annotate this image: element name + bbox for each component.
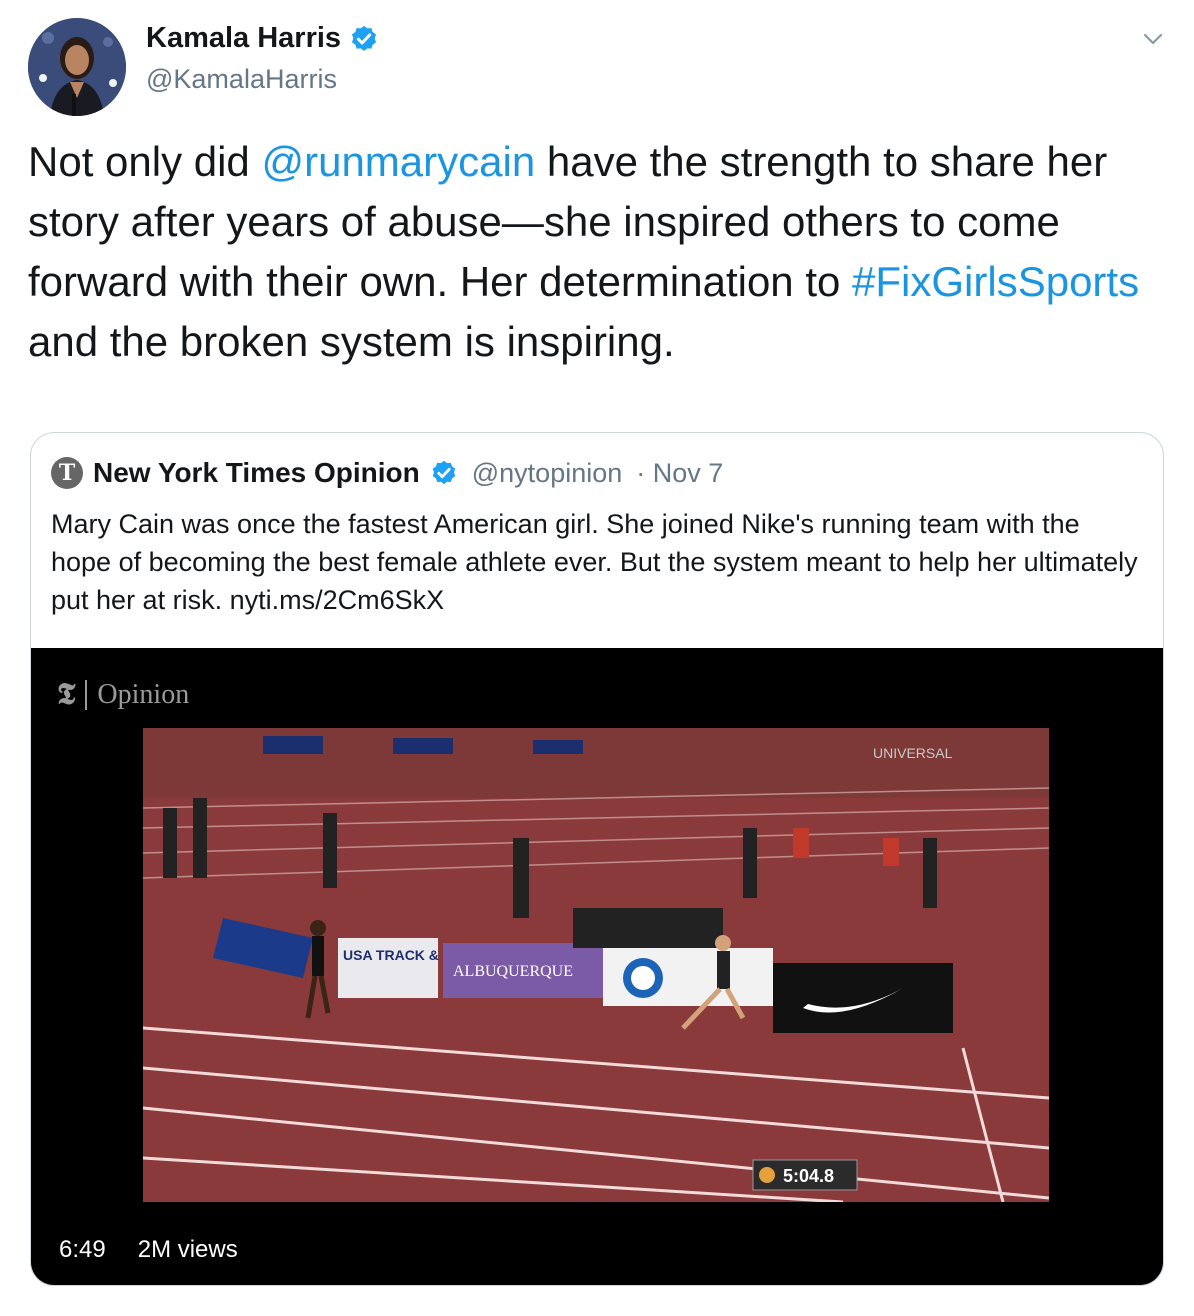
author-handle[interactable]: @KamalaHarris xyxy=(146,64,337,95)
nyt-t-icon: 𝕿 xyxy=(57,678,76,711)
quoted-tweet-text: Mary Cain was once the fastest American … xyxy=(51,509,1138,615)
verified-badge-icon xyxy=(432,460,455,485)
quoted-tweet-header: T New York Times Opinion @nytopinion · N… xyxy=(51,457,723,489)
universal-banner-text: UNIVERSAL xyxy=(873,745,953,761)
hashtag-link[interactable]: #FixGirlsSports xyxy=(852,258,1139,305)
watermark-divider xyxy=(85,680,88,710)
quoted-date[interactable]: · Nov 7 xyxy=(636,458,723,489)
author-name[interactable]: Kamala Harris xyxy=(146,22,341,55)
mention-link[interactable]: @runmarycain xyxy=(261,138,535,185)
video-views: 2M views xyxy=(125,1231,250,1269)
watermark-label: Opinion xyxy=(97,679,190,710)
track-scene-image: UNIVERSAL USA TRACK & FIELD SERIES ALBUQ… xyxy=(143,728,1049,1202)
video-duration: 6:49 xyxy=(47,1231,118,1269)
quoted-tweet[interactable]: T New York Times Opinion @nytopinion · N… xyxy=(30,432,1164,1286)
tweet-text-part: Not only did xyxy=(28,138,262,185)
video-watermark: 𝕿 Opinion xyxy=(57,678,189,712)
video-badges: 6:49 2M views xyxy=(47,1231,250,1269)
profile-photo-icon xyxy=(28,18,126,116)
tweet-text: Not only did @runmarycain have the stren… xyxy=(28,132,1168,372)
albuquerque-banner-text: ALBUQUERQUE xyxy=(453,963,573,980)
chevron-down-icon[interactable] xyxy=(1142,28,1164,50)
avatar[interactable] xyxy=(28,18,126,116)
nyt-logo-icon[interactable]: T xyxy=(51,457,83,489)
video-player[interactable]: 𝕿 Opinion UNIVERSAL USA TRACK & FIELD SE… xyxy=(31,648,1163,1285)
author-name-row[interactable]: Kamala Harris xyxy=(146,22,379,55)
quoted-author-name[interactable]: New York Times Opinion xyxy=(93,457,420,489)
video-frame: UNIVERSAL USA TRACK & FIELD SERIES ALBUQ… xyxy=(143,728,1049,1202)
quoted-author-handle[interactable]: @nytopinion xyxy=(472,458,623,489)
tweet-text-part: and the broken system is inspiring. xyxy=(28,318,675,365)
verified-badge-icon xyxy=(352,25,377,51)
race-timer: 5:04.8 xyxy=(783,1166,834,1186)
